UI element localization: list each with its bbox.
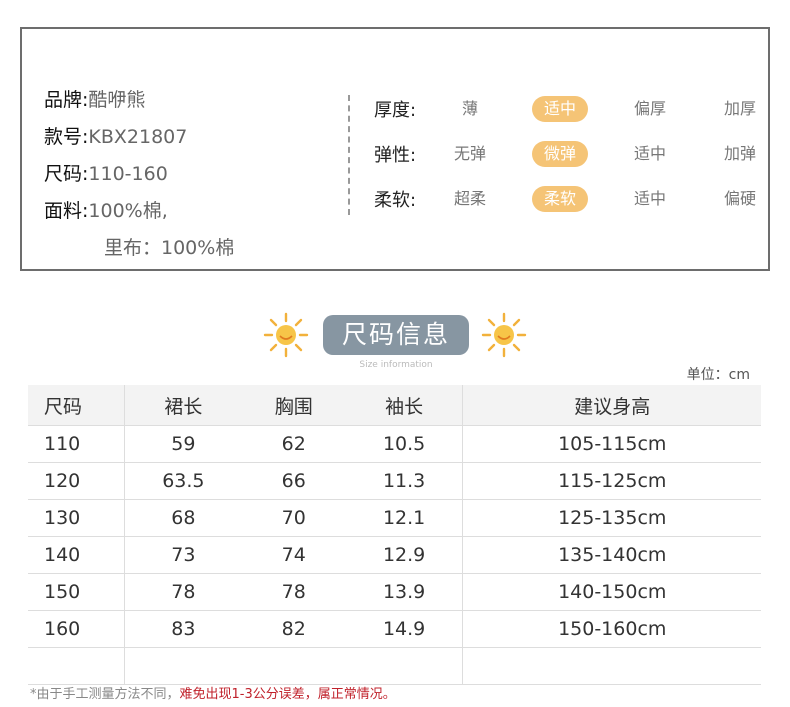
table-cell: 70 xyxy=(241,499,346,537)
attr-option-selected: 柔软 xyxy=(532,186,588,212)
header-height: 建议身高 xyxy=(462,385,761,426)
table-cell: 135-140cm xyxy=(462,536,761,574)
sun-icon xyxy=(481,312,527,358)
table-cell-empty xyxy=(241,647,346,685)
table-cell: 110 xyxy=(28,425,125,463)
table-row: 110 59 62 10.5 105-115cm xyxy=(28,425,761,463)
attr-option: 偏厚 xyxy=(633,99,666,118)
table-row: 120 63.5 66 11.3 115-125cm xyxy=(28,462,761,500)
table-cell-empty xyxy=(345,647,463,685)
measurement-note: *由于手工测量方法不同，难免出现1-3公分误差，属正常情况。 xyxy=(30,683,396,702)
model-value: KBX21807 xyxy=(88,126,188,148)
table-row: 160 83 82 14.9 150-160cm xyxy=(28,610,761,648)
table-row: 130 68 70 12.1 125-135cm xyxy=(28,499,761,537)
attr-option-selected: 微弹 xyxy=(532,141,588,167)
table-cell: 12.9 xyxy=(345,536,463,574)
table-cell: 14.9 xyxy=(345,610,463,648)
table-cell: 10.5 xyxy=(345,425,463,463)
model-label: 款号: xyxy=(44,126,89,148)
table-cell: 68 xyxy=(124,499,242,537)
section-title: 尺码信息 xyxy=(323,315,469,355)
lining-value: 里布：100%棉 xyxy=(104,237,235,259)
table-cell: 13.9 xyxy=(345,573,463,611)
table-cell-empty xyxy=(124,647,242,685)
attr-option-selected: 适中 xyxy=(532,96,588,122)
table-header-row: 尺码 裙长 胸围 袖长 建议身高 xyxy=(28,385,761,426)
table-cell: 83 xyxy=(124,610,242,648)
attr-label: 弹性: xyxy=(374,145,417,166)
table-cell: 140-150cm xyxy=(462,573,761,611)
size-info-header: 尺码信息 Size information xyxy=(0,312,790,372)
table-cell: 59 xyxy=(124,425,242,463)
table-cell-empty xyxy=(462,647,761,685)
header-sleeve: 袖长 xyxy=(345,385,463,426)
attr-option: 加厚 xyxy=(723,99,756,118)
table-cell: 11.3 xyxy=(345,462,463,500)
table-cell: 62 xyxy=(241,425,346,463)
table-cell: 78 xyxy=(124,573,242,611)
spec-lining: 里布：100%棉 xyxy=(104,233,234,260)
table-cell: 63.5 xyxy=(124,462,242,500)
table-cell: 12.1 xyxy=(345,499,463,537)
attr-option: 适中 xyxy=(633,144,666,163)
attr-option: 无弹 xyxy=(453,144,486,163)
table-cell: 140 xyxy=(28,536,125,574)
attr-option: 适中 xyxy=(633,189,666,208)
attr-option: 加弹 xyxy=(723,144,756,163)
note-emphasis: 难免出现1-3公分误差，属正常情况。 xyxy=(179,687,396,702)
attr-option: 偏硬 xyxy=(723,189,756,208)
table-cell: 120 xyxy=(28,462,125,500)
attr-softness: 柔软: 超柔 柔软 适中 偏硬 xyxy=(374,186,756,212)
sun-icon xyxy=(263,312,309,358)
size-table: 尺码 裙长 胸围 袖长 建议身高 110 59 62 10.5 105-115c… xyxy=(28,385,761,685)
attr-option: 薄 xyxy=(461,99,478,118)
section-subtitle: Size information xyxy=(359,360,433,370)
table-cell: 125-135cm xyxy=(462,499,761,537)
table-row-empty xyxy=(28,647,761,685)
note-prefix: *由于手工测量方法不同， xyxy=(30,687,180,702)
table-cell: 160 xyxy=(28,610,125,648)
attr-elasticity: 弹性: 无弹 微弹 适中 加弹 xyxy=(374,141,756,167)
brand-label: 品牌: xyxy=(44,89,89,111)
fabric-label: 面料: xyxy=(44,200,89,222)
table-cell: 115-125cm xyxy=(462,462,761,500)
unit-label: 单位：cm xyxy=(686,367,750,383)
table-cell: 105-115cm xyxy=(462,425,761,463)
header-size: 尺码 xyxy=(28,385,125,426)
table-cell: 73 xyxy=(124,536,242,574)
table-cell: 74 xyxy=(241,536,346,574)
table-cell-empty xyxy=(28,647,125,685)
header-chest: 胸围 xyxy=(241,385,346,426)
table-cell: 82 xyxy=(241,610,346,648)
size-value: 110-160 xyxy=(88,163,168,185)
table-cell: 150-160cm xyxy=(462,610,761,648)
dashed-divider xyxy=(348,95,350,215)
spec-fabric: 面料:100%棉, xyxy=(44,196,168,223)
attr-thickness: 厚度: 薄 适中 偏厚 加厚 xyxy=(374,96,756,122)
size-label: 尺码: xyxy=(44,163,89,185)
table-cell: 66 xyxy=(241,462,346,500)
table-row: 140 73 74 12.9 135-140cm xyxy=(28,536,761,574)
attr-label: 柔软: xyxy=(374,190,417,211)
table-cell: 78 xyxy=(241,573,346,611)
table-row: 150 78 78 13.9 140-150cm xyxy=(28,573,761,611)
table-cell: 130 xyxy=(28,499,125,537)
header-dress-length: 裙长 xyxy=(124,385,242,426)
product-info-box: 品牌:酷咿熊 款号:KBX21807 尺码:110-160 面料:100%棉, … xyxy=(20,27,770,271)
spec-brand: 品牌:酷咿熊 xyxy=(44,85,145,112)
table-cell: 150 xyxy=(28,573,125,611)
attr-option: 超柔 xyxy=(453,189,486,208)
brand-value: 酷咿熊 xyxy=(88,89,146,111)
spec-size: 尺码:110-160 xyxy=(44,159,168,186)
fabric-value: 100%棉, xyxy=(88,200,168,222)
spec-model: 款号:KBX21807 xyxy=(44,122,187,149)
attr-label: 厚度: xyxy=(374,100,417,121)
